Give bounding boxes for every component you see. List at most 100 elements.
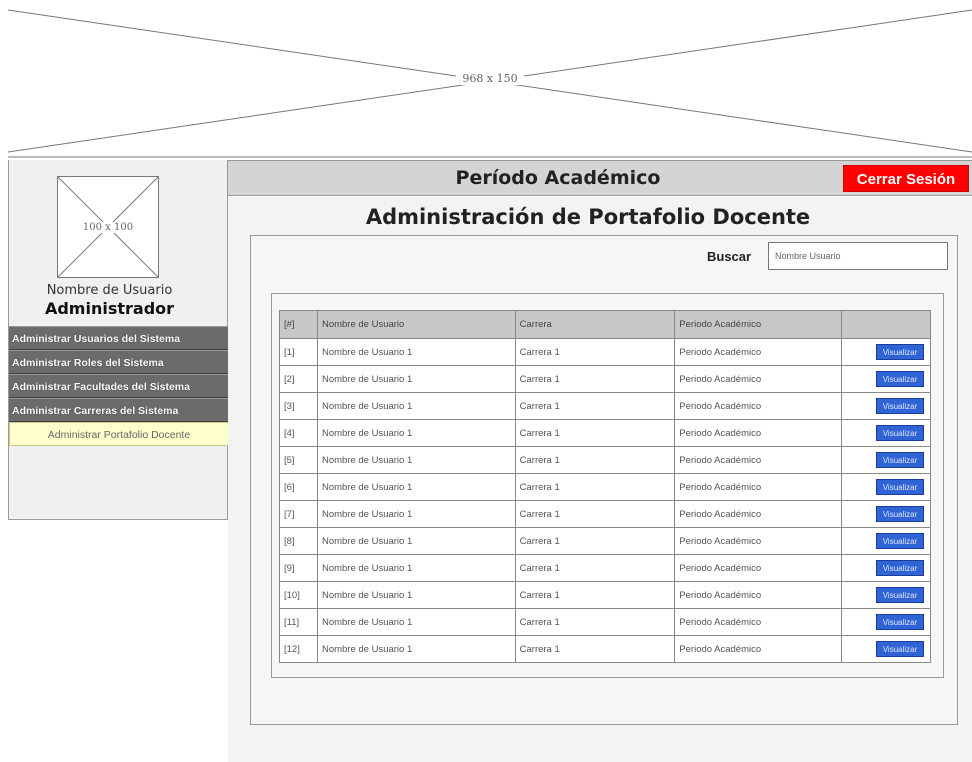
row-number: [9] [279,554,318,582]
avatar-size-label: 100 x 100 [57,222,159,233]
view-button[interactable]: Visualizar [876,614,924,630]
sidebar-item-administrar-usuarios-del-sistema[interactable]: Administrar Usuarios del Sistema [9,326,229,350]
table-row: [6] Nombre de Usuario 1 Carrera 1 Periodo A… [279,473,931,501]
page-title: Administración de Portafolio Docente [365,205,811,229]
actions-cell: Visualizar [841,608,931,636]
table-row: [9] Nombre de Usuario 1 Carrera 1 Periodo A… [279,554,931,582]
content-panel: Buscar [#]Nombre de UsuarioCarreraPeriod… [250,235,958,725]
portfolio-table: [#] Nombre de Usuario Carrera Periodo Acadé… [279,310,931,663]
career-cell: Carrera 1 [514,419,676,447]
banner-size-text: 968 x 150 [456,72,524,85]
banner-image-placeholder: 968 x 150 [8,0,972,158]
view-button[interactable]: Visualizar [876,479,924,495]
actions-cell: Visualizar [841,446,931,474]
view-button[interactable]: Visualizar [876,641,924,657]
view-button[interactable]: Visualizar [876,560,924,576]
sidebar: 100 x 100 Nombre de Usuario Administrado… [8,160,229,520]
column-header-career: Carrera [514,310,676,339]
view-button[interactable]: Visualizar [876,371,924,387]
view-button[interactable]: Visualizar [876,506,924,522]
career-cell: Carrera 1 [514,554,676,582]
period-cell: Periodo Académico [674,635,843,663]
column-header-user-name: Nombre de Usuario [316,310,516,339]
period-cell: Periodo Académico [674,554,843,582]
actions-cell: Visualizar [841,581,931,609]
sidebar-item-administrar-facultades-del-sistema[interactable]: Administrar Facultades del Sistema [9,374,229,398]
sidebar-item-administrar-roles-del-sistema[interactable]: Administrar Roles del Sistema [9,350,229,374]
user-role: Administrador [44,299,175,318]
career-cell: Carrera 1 [514,473,676,501]
row-number: [4] [279,419,318,447]
period-cell: Periodo Académico [674,527,843,555]
career-cell: Carrera 1 [514,500,676,528]
view-button[interactable]: Visualizar [876,344,924,360]
user-name-cell: Nombre de Usuario 1 [316,419,516,447]
search-input[interactable] [768,242,948,270]
period-cell: Periodo Académico [674,500,843,528]
user-name: Nombre de Usuario [46,283,173,298]
career-cell: Carrera 1 [514,608,676,636]
row-number: [11] [279,608,318,636]
row-number: [3] [279,392,318,420]
view-button[interactable]: Visualizar [876,425,924,441]
table-row: [4] Nombre de Usuario 1 Carrera 1 Periodo A… [279,419,931,447]
table-row: [7] Nombre de Usuario 1 Carrera 1 Periodo A… [279,500,931,528]
academic-period-title: Período Académico [455,167,661,189]
table-body: [1] Nombre de Usuario 1 Carrera 1 Periodo A… [279,338,931,663]
view-button[interactable]: Visualizar [876,398,924,414]
actions-cell: Visualizar [841,365,931,393]
view-button[interactable]: Visualizar [876,452,924,468]
avatar: 100 x 100 [56,175,160,279]
column-header-period: Periodo Académico [674,310,843,339]
user-name-cell: Nombre de Usuario 1 [316,608,516,636]
table-row: [3] Nombre de Usuario 1 Carrera 1 Periodo A… [279,392,931,420]
period-cell: Periodo Académico [674,581,843,609]
logout-button[interactable]: Cerrar Sesión [843,165,969,192]
actions-cell: Visualizar [841,392,931,420]
table-row: [8] Nombre de Usuario 1 Carrera 1 Periodo A… [279,527,931,555]
period-cell: Periodo Académico [674,473,843,501]
career-cell: Carrera 1 [514,527,676,555]
period-cell: Periodo Académico [674,365,843,393]
row-number: [6] [279,473,318,501]
actions-cell: Visualizar [841,500,931,528]
main-content: Administración de Portafolio Docente Bus… [228,197,972,762]
sidebar-item-administrar-carreras-del-sistema[interactable]: Administrar Carreras del Sistema [9,398,229,422]
table-row: [1] Nombre de Usuario 1 Carrera 1 Periodo A… [279,338,931,366]
career-cell: Carrera 1 [514,635,676,663]
column-header-number: [#] [279,310,318,339]
view-button[interactable]: Visualizar [876,533,924,549]
career-cell: Carrera 1 [514,581,676,609]
user-name-cell: Nombre de Usuario 1 [316,365,516,393]
banner-size-label: 968 x 150 [8,72,972,85]
view-button[interactable]: Visualizar [876,587,924,603]
row-number: [12] [279,635,318,663]
user-name-cell: Nombre de Usuario 1 [316,338,516,366]
table-row: [12] Nombre de Usuario 1 Carrera 1 Periodo … [279,635,931,663]
actions-cell: Visualizar [841,554,931,582]
table-row: [10] Nombre de Usuario 1 Carrera 1 Periodo … [279,581,931,609]
actions-cell: Visualizar [841,635,931,663]
career-cell: Carrera 1 [514,392,676,420]
table-panel: [#] Nombre de Usuario Carrera Periodo Acadé… [271,293,944,678]
user-name-cell: Nombre de Usuario 1 [316,554,516,582]
period-cell: Periodo Académico [674,419,843,447]
table-row: [2] Nombre de Usuario 1 Carrera 1 Periodo A… [279,365,931,393]
row-number: [1] [279,338,318,366]
actions-cell: Visualizar [841,419,931,447]
user-name-cell: Nombre de Usuario 1 [316,527,516,555]
user-name-cell: Nombre de Usuario 1 [316,500,516,528]
row-number: [7] [279,500,318,528]
user-name-cell: Nombre de Usuario 1 [316,581,516,609]
column-header-actions [841,310,931,339]
user-name-cell: Nombre de Usuario 1 [316,473,516,501]
actions-cell: Visualizar [841,338,931,366]
user-name-cell: Nombre de Usuario 1 [316,392,516,420]
user-name-cell: Nombre de Usuario 1 [316,635,516,663]
period-cell: Periodo Académico [674,338,843,366]
user-name-cell: Nombre de Usuario 1 [316,446,516,474]
career-cell: Carrera 1 [514,446,676,474]
period-cell: Periodo Académico [674,392,843,420]
career-cell: Carrera 1 [514,338,676,366]
sidebar-item-administrar-portafolio-docente[interactable]: Administrar Portafolio Docente [9,422,229,446]
